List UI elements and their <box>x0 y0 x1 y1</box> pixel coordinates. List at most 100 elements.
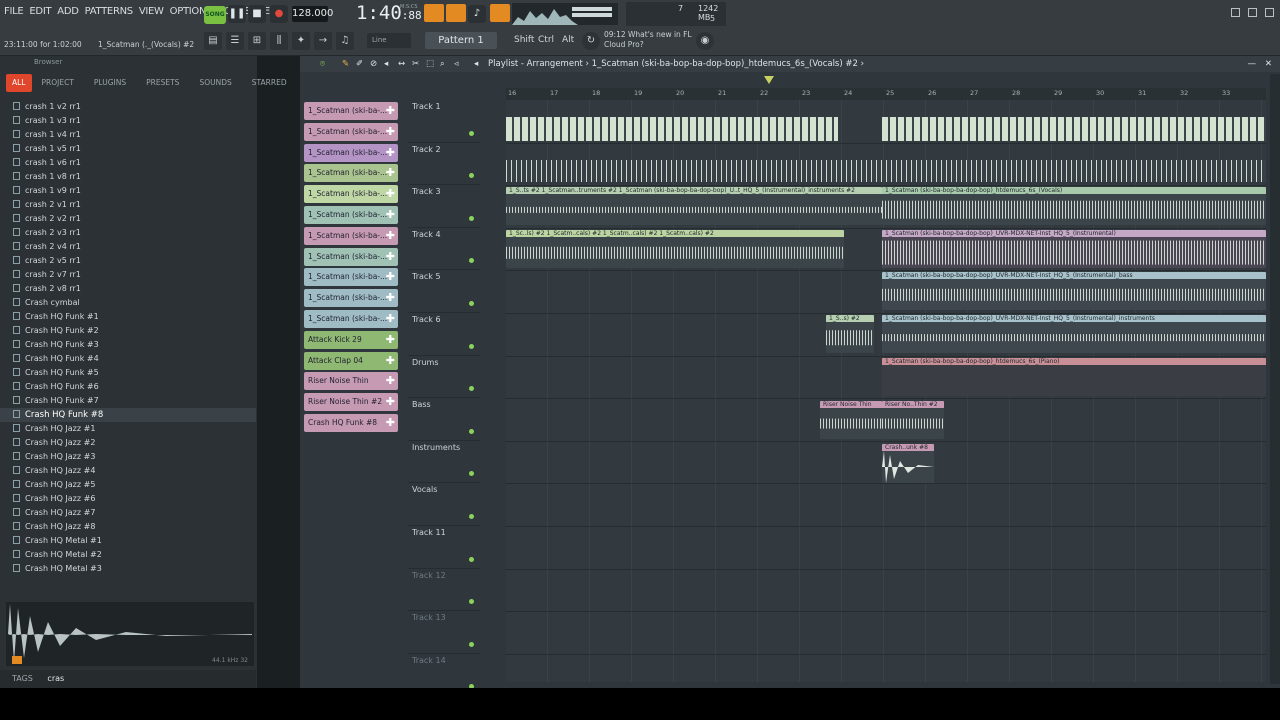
search-input[interactable]: cras <box>47 674 64 683</box>
microphone-icon[interactable]: ♫ <box>336 32 354 50</box>
track-mute-led[interactable] <box>469 641 474 647</box>
clip-crash[interactable]: Crash..unk #8 <box>882 444 934 484</box>
arrangement-grid[interactable]: 1_S..ts #2 1_Scatman..truments #2 1_Scat… <box>506 100 1266 682</box>
track-mute-led[interactable] <box>469 599 474 605</box>
playlist-minimize-icon[interactable]: — <box>1248 56 1257 72</box>
track-mute-led[interactable] <box>469 343 474 349</box>
browser-file-item[interactable]: Crash HQ Jazz #2 <box>0 436 256 450</box>
mixer-icon[interactable]: ⫼ <box>270 32 288 50</box>
browser-file-item[interactable]: Crash HQ Jazz #6 <box>0 492 256 506</box>
track-header[interactable]: Track 11 <box>408 526 480 569</box>
vertical-scrollbar[interactable] <box>1270 74 1280 684</box>
browser-file-item[interactable]: crash 1 v5 rr1 <box>0 142 256 156</box>
stop-button[interactable]: ■ <box>248 5 266 23</box>
clip-track2[interactable] <box>506 156 1266 186</box>
add-channel-icon[interactable]: ✚ <box>386 393 395 411</box>
browser-file-item[interactable]: crash 1 v3 rr1 <box>0 114 256 128</box>
browser-file-item[interactable]: Crash HQ Funk #3 <box>0 338 256 352</box>
menu-item-add[interactable]: ADD <box>57 6 79 17</box>
add-channel-icon[interactable]: ✚ <box>386 248 395 266</box>
arrow-left-icon[interactable]: ◂ <box>474 56 478 72</box>
pattern-select[interactable]: Pattern 1 <box>425 32 497 49</box>
browser-file-item[interactable]: Crash HQ Funk #5 <box>0 366 256 380</box>
channel-button[interactable]: Riser Noise Thin #2 ✚ <box>304 393 398 412</box>
browser-tab-plugins[interactable]: PLUGINS <box>84 74 136 92</box>
clip-track1-a[interactable] <box>506 114 838 144</box>
add-channel-icon[interactable]: ✚ <box>386 352 395 370</box>
pencil-icon[interactable]: ✎ <box>342 56 349 72</box>
song-mode-toggle[interactable]: SONG <box>204 6 226 24</box>
browser-file-item[interactable]: Crash HQ Metal #1 <box>0 534 256 548</box>
browser-file-item[interactable]: Crash HQ Jazz #8 <box>0 520 256 534</box>
clip-track6-b[interactable]: 1_Scatman (ski-ba-bop-ba-dop-bop)_UVR-MD… <box>882 315 1266 353</box>
browser-file-item[interactable]: crash 2 v1 rr1 <box>0 198 256 212</box>
track-header[interactable]: Track 12 <box>408 569 480 612</box>
add-channel-icon[interactable]: ✚ <box>386 310 395 328</box>
clip-track4-a[interactable]: 1_Sc..ls) #2 1_Scatm..cals) #2 1_Scatm..… <box>506 230 844 268</box>
browser-file-item[interactable]: crash 2 v2 rr1 <box>0 212 256 226</box>
track-header[interactable]: Track 13 <box>408 611 480 654</box>
playlist-icon[interactable]: ▤ <box>204 32 222 50</box>
pause-button[interactable]: ❚❚ <box>228 5 246 23</box>
track-mute-led[interactable] <box>469 300 474 306</box>
typing-keyboard-icon[interactable] <box>424 4 444 22</box>
track-mute-led[interactable] <box>469 386 474 392</box>
magnet-icon[interactable]: ⌾ <box>320 56 325 72</box>
tempo-display[interactable]: 128.000 <box>292 6 333 22</box>
browser-file-item[interactable]: crash 1 v6 rr1 <box>0 156 256 170</box>
menu-item-view[interactable]: VIEW <box>139 6 164 17</box>
add-channel-icon[interactable]: ✚ <box>386 414 395 432</box>
menu-item-edit[interactable]: EDIT <box>29 6 51 17</box>
browser-file-item[interactable]: Crash HQ Jazz #1 <box>0 422 256 436</box>
add-channel-icon[interactable]: ✚ <box>386 331 395 349</box>
track-header[interactable]: Vocals <box>408 483 480 526</box>
browser-file-item[interactable]: Crash HQ Funk #1 <box>0 310 256 324</box>
refresh-icon[interactable]: ↻ <box>582 32 600 50</box>
clip-track1-b[interactable] <box>882 114 1266 144</box>
slice-icon[interactable]: ✂ <box>412 56 419 72</box>
track-mute-led[interactable] <box>469 258 474 264</box>
browser-file-item[interactable]: crash 1 v2 rr1 <box>0 100 256 114</box>
close-icon[interactable] <box>1265 8 1274 17</box>
track-mute-led[interactable] <box>469 215 474 221</box>
channel-button[interactable]: Crash HQ Funk #8 ✚ <box>304 413 398 432</box>
channel-button[interactable]: 1_Scatman (ski-ba-... ✚ <box>304 247 398 266</box>
browser-file-item[interactable]: Crash HQ Funk #4 <box>0 352 256 366</box>
slip-icon[interactable]: ↔ <box>398 56 405 72</box>
menu-item-patterns[interactable]: PATTERNS <box>85 6 134 17</box>
channel-button[interactable]: Riser Noise Thin ✚ <box>304 372 398 391</box>
channel-button[interactable]: Attack Kick 29 ✚ <box>304 330 398 349</box>
browser-tab-all[interactable]: ALL <box>6 74 32 92</box>
paint-icon[interactable]: ✐ <box>356 56 363 72</box>
globe-icon[interactable]: ◉ <box>696 32 714 50</box>
browser-file-item[interactable]: Crash HQ Jazz #4 <box>0 464 256 478</box>
clip-track5[interactable]: 1_Scatman (ski-ba-bop-ba-dop-bop)_UVR-MD… <box>882 272 1266 310</box>
channel-button[interactable]: 1_Scatman (ski-ba-... ✚ <box>304 226 398 245</box>
add-channel-icon[interactable]: ✚ <box>386 206 395 224</box>
browser-file-item[interactable]: Crash HQ Metal #3 <box>0 562 256 576</box>
track-header[interactable]: Track 1 <box>408 100 480 143</box>
track-mute-led[interactable] <box>469 130 474 136</box>
delete-icon[interactable]: ⊘ <box>370 56 377 72</box>
browser-file-item[interactable]: Crash HQ Jazz #3 <box>0 450 256 464</box>
clip-track3-b[interactable]: 1_Scatman (ski-ba-bop-ba-dop-bop)_htdemu… <box>882 187 1266 225</box>
channel-button[interactable]: 1_Scatman (ski-ba-... ✚ <box>304 143 398 162</box>
clip-riser-1[interactable]: Riser Noise Thin <box>820 401 882 439</box>
mute-icon[interactable]: ◂ <box>384 56 388 72</box>
browser-file-item[interactable]: crash 1 v8 rr1 <box>0 170 256 184</box>
browser-file-item[interactable]: crash 1 v9 rr1 <box>0 184 256 198</box>
menu-item-file[interactable]: FILE <box>4 6 24 17</box>
browser-file-item[interactable]: Crash HQ Funk #7 <box>0 394 256 408</box>
channel-button[interactable]: 1_Scatman (ski-ba-... ✚ <box>304 122 398 141</box>
browser-file-item[interactable]: Crash HQ Funk #8 <box>0 408 256 422</box>
add-channel-icon[interactable]: ✚ <box>386 144 395 162</box>
browser-tab-presets[interactable]: PRESETS <box>136 74 189 92</box>
add-channel-icon[interactable]: ✚ <box>386 185 395 203</box>
zoom-icon[interactable]: ⌕ <box>440 56 445 72</box>
maximize-icon[interactable] <box>1248 8 1257 17</box>
channel-button[interactable]: 1_Scatman (ski-ba-... ✚ <box>304 309 398 328</box>
track-header[interactable]: Track 4 <box>408 228 480 271</box>
clip-riser-2[interactable]: Riser No..Thin #2 <box>882 401 944 439</box>
track-header[interactable]: Track 3 <box>408 185 480 228</box>
browser-search-bar[interactable]: TAGS cras <box>0 670 256 688</box>
